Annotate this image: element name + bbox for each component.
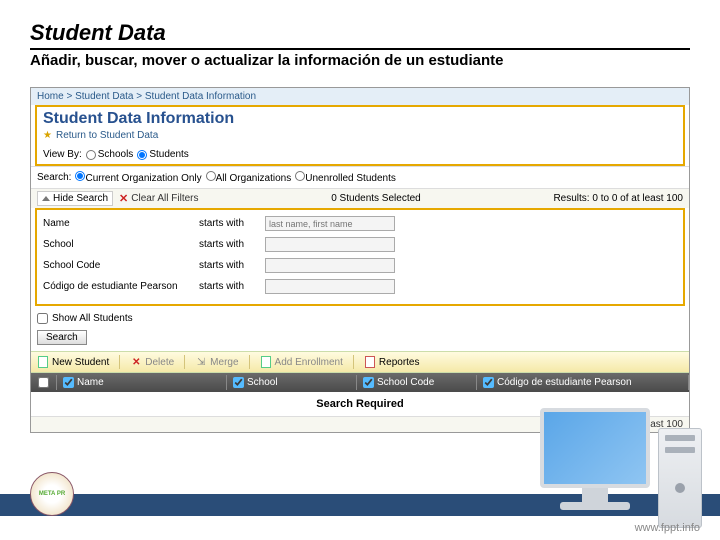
show-all-row: Show All Students (31, 310, 689, 327)
col-toggle-school-code[interactable] (363, 377, 374, 388)
delete-icon: ✕ (130, 356, 142, 368)
merge-button[interactable]: ⇲ Merge (195, 356, 238, 368)
slide-subtitle: Añadir, buscar, mover o actualizar la in… (30, 52, 690, 69)
filters-panel: Name starts with School starts with Scho… (37, 210, 683, 304)
filter-label: School (43, 239, 193, 250)
merge-icon: ⇲ (195, 356, 207, 368)
x-icon: ✕ (119, 192, 128, 205)
results-range: Results: 0 to 0 of at least 100 (553, 193, 683, 204)
reports-button[interactable]: Reportes (364, 356, 420, 368)
add-enrollment-button[interactable]: Add Enrollment (260, 356, 343, 368)
table-header: Name School School Code Código de estudi… (31, 373, 689, 392)
delete-button[interactable]: ✕ Delete (130, 356, 174, 368)
name-input[interactable] (265, 216, 395, 231)
filter-row-pearson-code: Código de estudiante Pearson starts with (43, 279, 677, 294)
clear-filters-label: Clear All Filters (131, 193, 198, 204)
select-all-checkbox[interactable] (38, 377, 49, 388)
page-title: Student Data Information (37, 107, 683, 129)
filter-op: starts with (199, 281, 259, 292)
return-link-label: Return to Student Data (56, 130, 158, 141)
filter-op: starts with (199, 260, 259, 271)
pearson-code-input[interactable] (265, 279, 395, 294)
col-pearson-code[interactable]: Código de estudiante Pearson (477, 375, 689, 390)
school-code-input[interactable] (265, 258, 395, 273)
students-selected-count: 0 Students Selected (331, 193, 421, 204)
tower-graphic (658, 428, 702, 528)
col-toggle-pearson[interactable] (483, 377, 494, 388)
col-toggle-school[interactable] (233, 377, 244, 388)
action-toolbar: New Student ✕ Delete ⇲ Merge Add Enrollm… (31, 351, 689, 373)
filter-row-name: Name starts with (43, 216, 677, 231)
star-icon: ★ (43, 130, 52, 141)
breadcrumb-student-data[interactable]: Student Data (75, 91, 133, 102)
return-link[interactable]: ★ Return to Student Data (37, 129, 683, 145)
clear-filters-button[interactable]: ✕ Clear All Filters (119, 192, 198, 205)
monitor-graphic (530, 408, 660, 528)
radio-students[interactable]: Students (137, 149, 188, 160)
new-student-button[interactable]: New Student (37, 356, 109, 368)
app-window: Home > Student Data > Student Data Infor… (30, 87, 690, 433)
col-name[interactable]: Name (57, 375, 227, 390)
report-icon (364, 356, 376, 368)
breadcrumb: Home > Student Data > Student Data Infor… (31, 88, 689, 105)
highlight-filters-area: Name starts with School starts with Scho… (35, 208, 685, 306)
results-bar: Hide Search ✕ Clear All Filters 0 Studen… (31, 188, 689, 208)
document-add-icon (260, 356, 272, 368)
search-button[interactable]: Search (37, 330, 87, 345)
school-input[interactable] (265, 237, 395, 252)
radio-current-org[interactable]: Current Organization Only (75, 171, 201, 184)
radio-schools[interactable]: Schools (86, 149, 134, 160)
footer-url: www.fppt.info (635, 522, 700, 534)
col-school[interactable]: School (227, 375, 357, 390)
highlight-title-area: Student Data Information ★ Return to Stu… (35, 105, 685, 166)
breadcrumb-home[interactable]: Home (37, 91, 64, 102)
search-options-row: Search: Current Organization Only All Or… (31, 166, 689, 188)
show-all-label: Show All Students (52, 313, 133, 324)
filter-op: starts with (199, 218, 259, 229)
show-all-checkbox[interactable] (37, 313, 48, 324)
view-by-label: View By: (43, 149, 82, 160)
hide-search-label: Hide Search (53, 193, 108, 204)
filter-label: Código de estudiante Pearson (43, 281, 193, 292)
col-school-code[interactable]: School Code (357, 375, 477, 390)
filter-label: Name (43, 218, 193, 229)
document-new-icon (37, 356, 49, 368)
search-label: Search: (37, 172, 71, 183)
select-all-cell (31, 375, 57, 390)
chevron-up-icon (42, 196, 50, 201)
meta-pr-logo: META PR (30, 472, 90, 522)
hide-search-button[interactable]: Hide Search (37, 191, 113, 206)
filter-op: starts with (199, 239, 259, 250)
slide-footer: META PR www.fppt.info (0, 480, 720, 540)
col-toggle-name[interactable] (63, 377, 74, 388)
filter-row-school-code: School Code starts with (43, 258, 677, 273)
radio-all-orgs[interactable]: All Organizations (206, 171, 292, 184)
filter-row-school: School starts with (43, 237, 677, 252)
filter-label: School Code (43, 260, 193, 271)
radio-unenrolled[interactable]: Unenrolled Students (295, 171, 396, 184)
breadcrumb-current: Student Data Information (145, 91, 256, 102)
view-by-row: View By: Schools Students (37, 145, 683, 164)
slide-title: Student Data (30, 20, 690, 50)
